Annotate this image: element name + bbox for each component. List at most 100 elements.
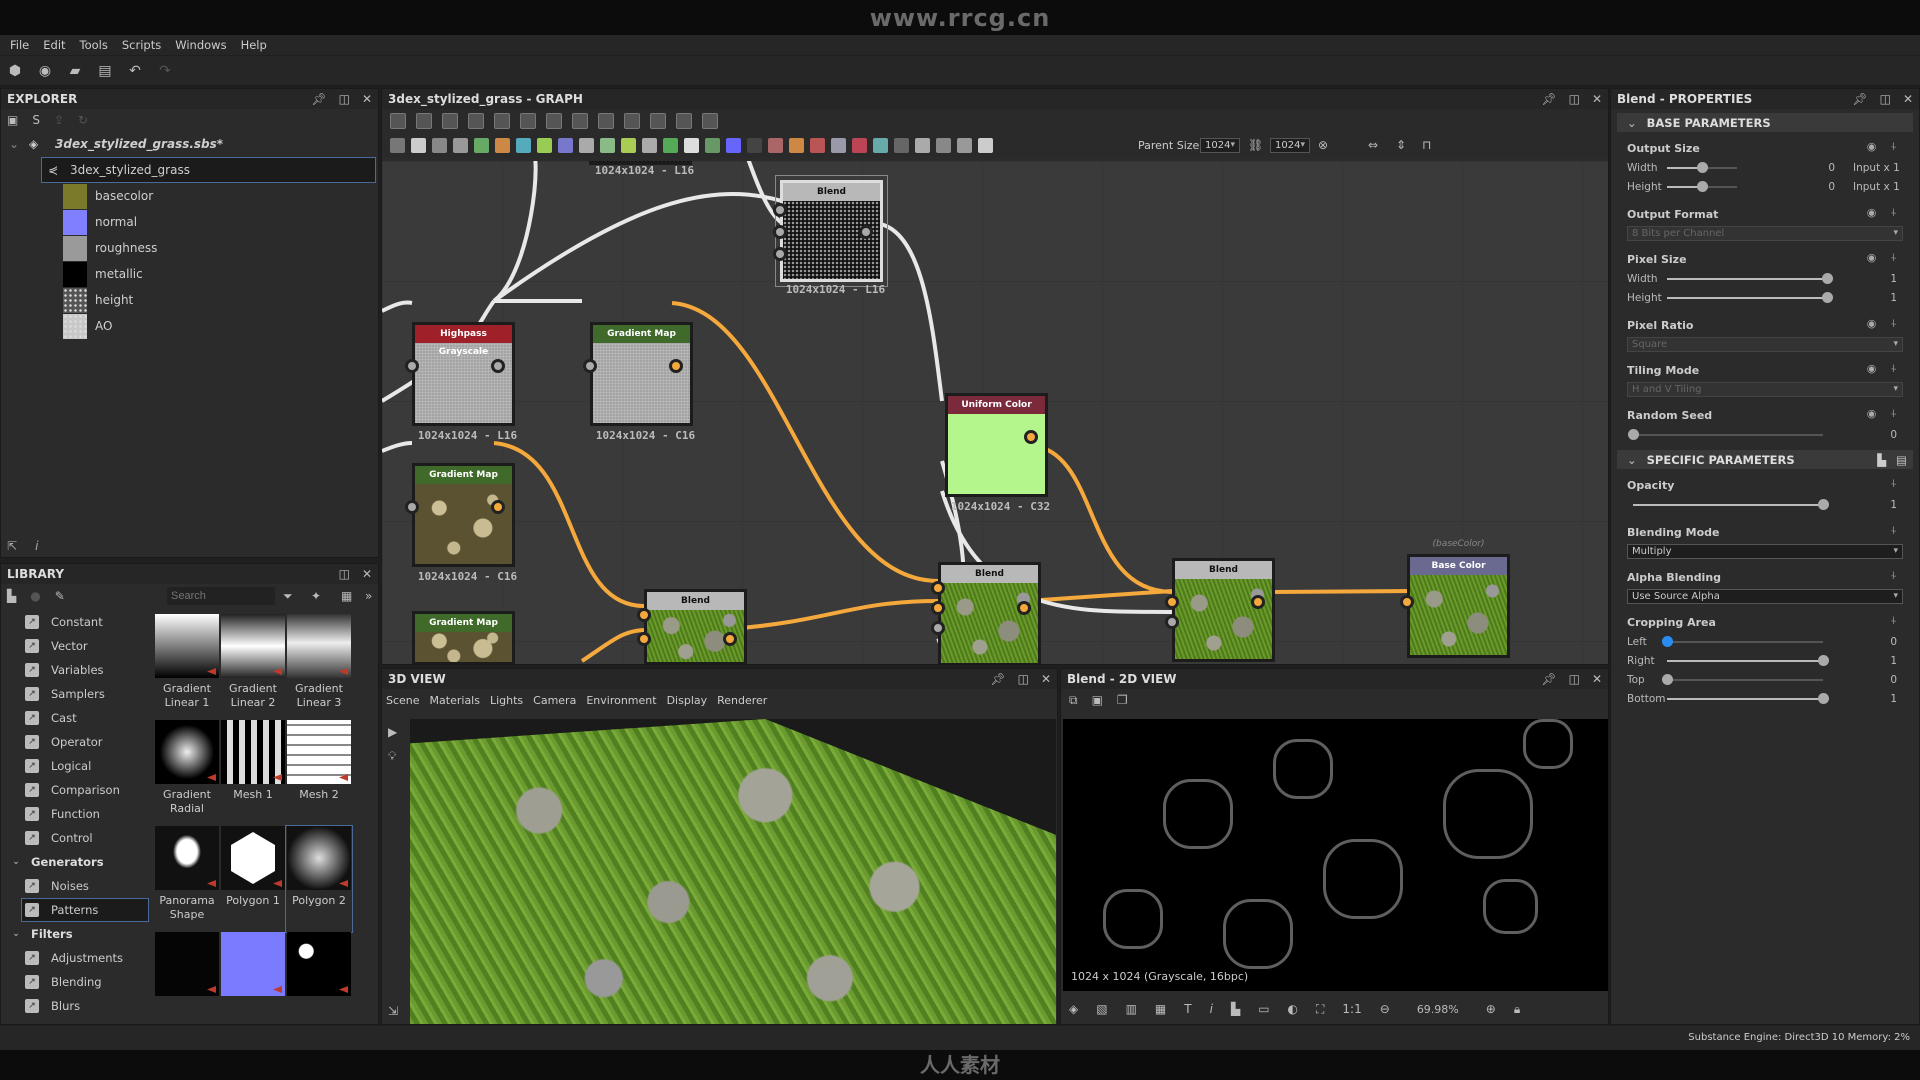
- function-graph-icon[interactable]: ⍭: [1890, 569, 1897, 583]
- snap-icon[interactable]: ⊓: [1422, 138, 1431, 152]
- zoom-out-icon[interactable]: ⊖: [1380, 1002, 1390, 1016]
- new-resource-icon[interactable]: ◉: [36, 62, 54, 80]
- library-item-gradient-linear-3[interactable]: Gradient Linear 3: [286, 614, 352, 720]
- atomic-node-icon[interactable]: [558, 137, 573, 153]
- library-category-vector[interactable]: ↗ Vector: [1, 634, 149, 658]
- node-gradmap3[interactable]: Gradient Map: [412, 611, 515, 664]
- fit-icon[interactable]: [702, 113, 718, 129]
- node-port[interactable]: [637, 608, 651, 622]
- export-icon[interactable]: ⧉: [1069, 693, 1078, 708]
- base-parameters-section[interactable]: ⌄ BASE PARAMETERS: [1617, 113, 1913, 132]
- reset-size-icon[interactable]: ⊗: [1318, 138, 1328, 152]
- size-mode[interactable]: Input x 1: [1853, 162, 1903, 174]
- open-folder-icon[interactable]: ▰: [66, 62, 84, 80]
- specific-parameters-section[interactable]: ⌄ SPECIFIC PARAMETERS ▙ ▤: [1617, 450, 1913, 469]
- node-blend-low[interactable]: Blend: [637, 589, 747, 664]
- node-blend-top[interactable]: Blend 1024x1024 - L16: [773, 175, 888, 296]
- library-item-panorama-shape[interactable]: Panorama Shape: [154, 826, 220, 932]
- pan-icon[interactable]: [416, 113, 432, 129]
- output-item-normal[interactable]: normal: [1, 209, 378, 235]
- atomic-node-icon[interactable]: [537, 137, 552, 153]
- grid-icon[interactable]: [598, 113, 614, 129]
- output-format-dropdown[interactable]: 8 Bits per Channel: [1627, 226, 1903, 241]
- node-port[interactable]: [723, 632, 737, 646]
- library-item[interactable]: [286, 932, 352, 1038]
- package-item[interactable]: ⌄ ◈ 3dex_stylized_grass.sbs*: [1, 131, 378, 157]
- save-all-icon[interactable]: ▤: [96, 62, 114, 80]
- function-graph-icon[interactable]: ⍭: [1890, 206, 1897, 220]
- function-graph-icon[interactable]: ⍭: [1890, 407, 1897, 421]
- stack-icon[interactable]: ⇕: [1396, 138, 1406, 152]
- align-icon[interactable]: ⇔: [1368, 138, 1378, 152]
- library-search-input[interactable]: [167, 587, 275, 605]
- library-item-gradient-linear-1[interactable]: Gradient Linear 1: [154, 614, 220, 720]
- slider-value[interactable]: 0: [1815, 181, 1835, 193]
- copy-icon[interactable]: ❐: [1117, 693, 1128, 708]
- atomic-node-icon[interactable]: [810, 137, 825, 153]
- output-item-basecolor[interactable]: basecolor: [1, 183, 378, 209]
- library-item[interactable]: [220, 932, 286, 1038]
- link-icon[interactable]: [624, 113, 640, 129]
- library-category-blurs[interactable]: ↗ Blurs: [1, 994, 149, 1018]
- atomic-node-icon[interactable]: [957, 137, 972, 153]
- view-mode-icon[interactable]: ▦: [341, 589, 352, 603]
- library-category-variables[interactable]: ↗ Variables: [1, 658, 149, 682]
- histogram-icon[interactable]: ▙: [1231, 1002, 1240, 1016]
- slider-value[interactable]: 0: [1877, 429, 1897, 441]
- menu-file[interactable]: File: [8, 35, 41, 55]
- slider-handle[interactable]: [1697, 161, 1708, 173]
- node-port[interactable]: [773, 247, 787, 261]
- library-category-filters[interactable]: ⌄ Filters: [1, 922, 149, 946]
- node-uniform[interactable]: Uniform Color 1024x1024 - C32: [945, 393, 1050, 513]
- atomic-node-icon[interactable]: [453, 137, 468, 153]
- graph-canvas[interactable]: 1024x1024 - L16 Blend 1024x1024 - L16 Highp…: [382, 161, 1608, 664]
- light-icon[interactable]: 💡︎: [388, 749, 397, 764]
- output-item-ao[interactable]: AO: [1, 313, 378, 339]
- 2d-image-preview[interactable]: 1024 x 1024 (Grayscale, 16bpc): [1063, 719, 1608, 991]
- expose-parameter-icon[interactable]: ◉: [1867, 140, 1877, 154]
- slider[interactable]: [1667, 180, 1737, 192]
- chevron-down-icon[interactable]: ⌄: [1627, 116, 1637, 130]
- node-port[interactable]: [1024, 430, 1038, 444]
- menu-scripts[interactable]: Scripts: [120, 35, 173, 55]
- save-icon[interactable]: ▣: [7, 113, 18, 127]
- size-mode[interactable]: Input x 1: [1853, 181, 1903, 193]
- function-graph-icon[interactable]: ⍭: [1890, 477, 1897, 491]
- library-item-mesh-2[interactable]: Mesh 2: [286, 720, 352, 826]
- library-category-logical[interactable]: ↗ Logical: [1, 754, 149, 778]
- slider-value[interactable]: 1: [1877, 655, 1897, 667]
- slider[interactable]: [1667, 654, 1829, 666]
- 3d-viewport[interactable]: [410, 719, 1056, 1024]
- atomic-node-icon[interactable]: [705, 137, 720, 153]
- tiling-mode-dropdown[interactable]: H and V Tiling: [1627, 382, 1903, 397]
- atomic-node-icon[interactable]: [831, 137, 846, 153]
- maximize-icon[interactable]: ◫: [339, 567, 350, 581]
- slider[interactable]: [1667, 692, 1829, 704]
- slider-handle[interactable]: [1662, 673, 1673, 685]
- node-port[interactable]: [583, 359, 597, 373]
- pin-icon[interactable]: 📌︎: [1541, 672, 1556, 686]
- favorite-icon[interactable]: ✦: [311, 589, 321, 603]
- slider-handle[interactable]: [1628, 428, 1639, 440]
- save-icon[interactable]: ▣: [1092, 693, 1103, 708]
- screenshot-icon[interactable]: [442, 113, 458, 129]
- slider[interactable]: [1662, 635, 1823, 647]
- 3d-menu-materials[interactable]: Materials: [430, 694, 480, 707]
- atomic-node-icon[interactable]: [978, 137, 993, 153]
- node-port[interactable]: [931, 601, 945, 615]
- slider-handle[interactable]: [1818, 654, 1829, 666]
- expose-parameter-icon[interactable]: ◉: [1867, 317, 1877, 331]
- pin-icon[interactable]: 📌︎: [311, 92, 326, 106]
- node-port[interactable]: [931, 581, 945, 595]
- slider-value[interactable]: 1: [1877, 273, 1897, 285]
- library-item-gradient-linear-2[interactable]: Gradient Linear 2: [220, 614, 286, 720]
- maximize-icon[interactable]: ◫: [1569, 672, 1580, 686]
- atomic-node-icon[interactable]: [621, 137, 636, 153]
- output-item-metallic[interactable]: metallic: [1, 261, 378, 287]
- library-category-operator[interactable]: ↗ Operator: [1, 730, 149, 754]
- library-category-function[interactable]: ↗ Function: [1, 802, 149, 826]
- transparency-icon[interactable]: ▧: [1096, 1002, 1107, 1016]
- layers-icon[interactable]: ◈: [1069, 1002, 1078, 1016]
- node-port[interactable]: [773, 203, 787, 217]
- atomic-node-icon[interactable]: [390, 137, 405, 153]
